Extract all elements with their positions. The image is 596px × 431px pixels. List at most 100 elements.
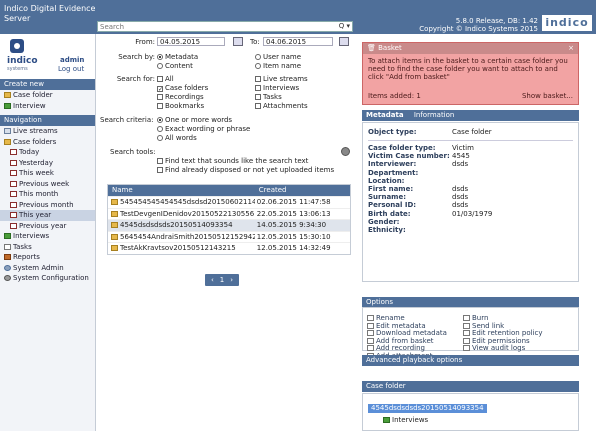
criteria-one-or-more[interactable]: One or more words [157, 116, 232, 124]
tool-disposed-items-label: Find already disposed or not yet uploade… [165, 166, 335, 174]
search-icon[interactable]: Q ▾ [339, 22, 350, 30]
checkbox-icon [255, 85, 261, 91]
result-name: 545454545454545dsdsd20150602114735 [120, 198, 255, 206]
config-icon [4, 275, 11, 281]
basket-text: To attach items in the basket to a certa… [368, 57, 568, 81]
results-body: 545454545454545dsdsd2015060211473502.06.… [108, 196, 350, 254]
checkbox-icon [255, 103, 261, 109]
search-input[interactable] [98, 22, 323, 31]
sidebar-item-previous-year[interactable]: Previous year [0, 221, 95, 232]
metadata-key: Gender: [368, 217, 400, 226]
search-by-user-name[interactable]: User name [255, 53, 301, 61]
metadata-key: Case folder type: [368, 144, 436, 152]
current-page[interactable]: 1 [220, 276, 224, 284]
close-icon[interactable]: × [568, 43, 578, 54]
prev-page-icon[interactable]: ‹ [211, 276, 214, 284]
tool-disposed-items[interactable]: Find already disposed or not yet uploade… [157, 166, 334, 174]
sidebar-item-this-week[interactable]: This week [0, 168, 95, 179]
search-tools-toggle-icon[interactable] [341, 147, 350, 156]
sidebar-item-this-year[interactable]: This year [0, 210, 95, 221]
sidebar-item-previous-week[interactable]: Previous week [0, 179, 95, 190]
sidebar-logo: indico [7, 56, 38, 66]
table-row[interactable]: TestAkKravtsov20150512143215 12.05.2015 1… [108, 242, 350, 254]
create-interview[interactable]: Interview [0, 101, 95, 112]
radio-icon [255, 54, 261, 60]
tool-sounds-like[interactable]: Find text that sounds like the search te… [157, 157, 308, 165]
search-for-case-folders[interactable]: ✓ Case folders [157, 84, 208, 93]
next-page-icon[interactable]: › [230, 276, 233, 284]
metadata-row: Interviewer: dsds [368, 160, 468, 168]
divider [368, 140, 573, 141]
table-row[interactable]: 5645454AndraiSmith20150512152942 12.05.20… [108, 230, 350, 243]
metadata-row: Personal ID: dsds [368, 201, 468, 209]
search-by-metadata[interactable]: Metadata [157, 53, 198, 61]
detail-panel: 🗑 Basket × To attach items in the basket … [362, 34, 596, 431]
user-area: indico systems admin Log out [0, 34, 95, 79]
criteria-all-words[interactable]: All words [157, 134, 197, 142]
search-for-interviews[interactable]: Interviews [255, 84, 299, 92]
metadata-key: Birth date: [368, 209, 411, 218]
option-label: View audit logs [472, 344, 526, 352]
from-calendar-icon[interactable] [233, 37, 243, 46]
criteria-exact[interactable]: Exact wording or phrase [157, 125, 250, 133]
tree-root[interactable]: 4545dsdsdsds20150514093354 [368, 404, 487, 413]
sidebar-item-today[interactable]: Today [0, 147, 95, 158]
sidebar-item-label: This week [19, 169, 54, 177]
from-date-input[interactable]: 04.05.2015 [157, 37, 225, 46]
sidebar-item-this-month[interactable]: This month [0, 189, 95, 200]
tree-child-interviews[interactable]: Interviews [383, 416, 428, 424]
metadata-value: 4545 [452, 152, 470, 161]
sidebar-item-system-admin[interactable]: System Admin [0, 263, 95, 274]
to-date-input[interactable]: 04.06.2015 [263, 37, 333, 46]
sidebar-logo-sub: systems [7, 66, 28, 72]
to-calendar-icon[interactable] [339, 37, 349, 46]
search-for-all[interactable]: All [157, 75, 174, 83]
sidebar-item-label: System Configuration [13, 274, 89, 282]
col-name-header[interactable]: Name [108, 185, 255, 196]
sidebar-item-tasks[interactable]: Tasks [0, 242, 95, 253]
metadata-key: First name: [368, 185, 414, 193]
sidebar-item-yesterday[interactable]: Yesterday [0, 158, 95, 169]
sidebar-item-live-streams[interactable]: Live streams [0, 126, 95, 137]
metadata-value: dsds [452, 201, 469, 210]
folder-icon [111, 210, 118, 217]
search-for-attachments[interactable]: Attachments [255, 102, 308, 110]
result-name-cell: TestDevgenIDenidov20150522130556 [108, 209, 255, 220]
sidebar-item-interviews[interactable]: Interviews [0, 231, 95, 242]
search-by-content[interactable]: Content [157, 62, 193, 70]
search-for-bookmarks[interactable]: Bookmarks [157, 102, 204, 110]
show-basket-link[interactable]: Show basket... [522, 92, 573, 100]
search-by-item-name[interactable]: Item name [255, 62, 301, 70]
search-for-tasks[interactable]: Tasks [255, 93, 282, 101]
folder-icon [111, 222, 118, 228]
calendar-icon [10, 201, 17, 208]
table-row[interactable]: 545454545454545dsdsd2015060211473502.06.… [108, 196, 350, 208]
create-case-folder[interactable]: Case folder [0, 90, 95, 101]
tasks-icon [4, 243, 11, 250]
app-title-line1: Indico Digital Evidence [4, 4, 96, 13]
search-for-label: Search for: [116, 75, 155, 83]
calendar-icon [10, 222, 17, 229]
logout-link[interactable]: Log out [58, 65, 84, 73]
folder-icon [111, 199, 118, 205]
sidebar-item-previous-month[interactable]: Previous month [0, 200, 95, 211]
search-for-live-streams[interactable]: Live streams [255, 75, 308, 83]
advanced-playback-header[interactable]: Advanced playback options [362, 355, 579, 366]
option-icon [463, 330, 470, 336]
app-title: Indico Digital Evidence Server [4, 4, 95, 24]
col-created-header[interactable]: Created [255, 185, 350, 196]
tab-metadata[interactable]: Metadata [366, 111, 404, 119]
global-search-box[interactable]: Q ▾ [97, 21, 353, 32]
table-row[interactable]: TestDevgenIDenidov20150522130556 22.05.20… [108, 207, 350, 220]
sidebar-item-system-configuration[interactable]: System Configuration [0, 273, 95, 284]
option-icon [367, 345, 374, 351]
metadata-row: Location: [368, 177, 452, 185]
sidebar-item-reports[interactable]: Reports [0, 252, 95, 263]
search-for-attachments-label: Attachments [263, 102, 308, 110]
table-row[interactable]: 4545dsdsdsds20150514093354 14.05.2015 9:3… [108, 219, 350, 231]
option-view-audit-logs[interactable]: View audit logs [463, 344, 525, 352]
result-created: 14.05.2015 9:34:30 [256, 221, 327, 229]
sidebar-item-case-folders[interactable]: Case folders [0, 137, 95, 148]
tab-information[interactable]: Information [414, 111, 455, 119]
search-for-recordings[interactable]: Recordings [157, 93, 204, 101]
